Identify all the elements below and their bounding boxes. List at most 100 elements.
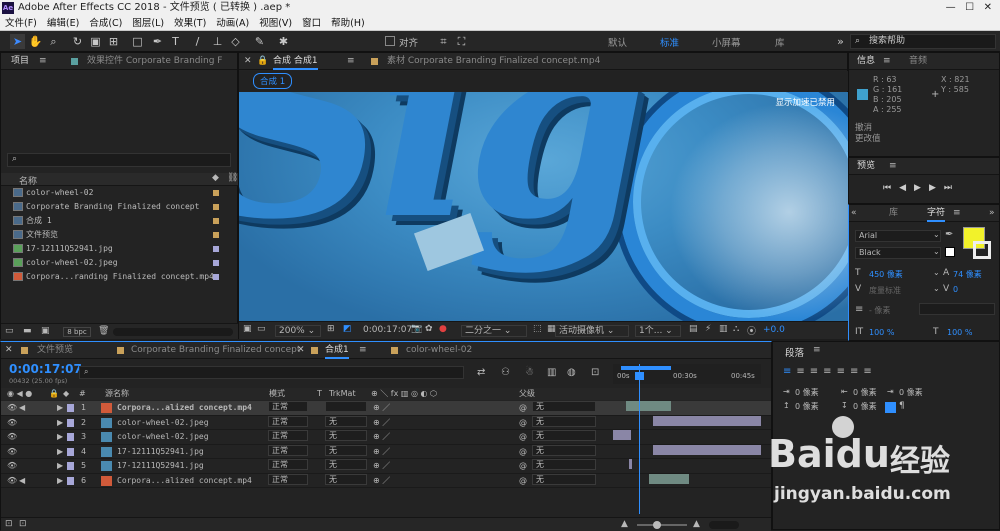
layer-row[interactable]: 👁 ◀ ▶ 6 Corpora...alized concept.mp4 正常 无 ⊕ ／ @ 无: [1, 473, 771, 488]
chevron-down-icon[interactable]: ⌄: [933, 268, 940, 277]
tab-info[interactable]: 信息: [857, 53, 875, 70]
horizontal-scrollbar[interactable]: [113, 328, 233, 336]
timeline-icon[interactable]: ▥: [719, 324, 728, 334]
region-of-interest-icon[interactable]: ⬚: [533, 324, 542, 334]
puppet-tool-icon[interactable]: ✱: [276, 34, 291, 49]
tab-comp1[interactable]: 合成1: [325, 342, 349, 359]
layer-row[interactable]: 👁 ▶ 2 color-wheel-02.jpeg 正常 无 ⊕ ／ @ 无: [1, 415, 771, 430]
layer-switches[interactable]: ⊕ ／: [373, 459, 390, 473]
layer-name[interactable]: Corpora...alized concept.mp4: [117, 401, 252, 415]
panel-menu-icon[interactable]: ≡: [813, 345, 821, 355]
label-color-swatch[interactable]: [213, 218, 219, 224]
menu-effect[interactable]: 效果(T): [169, 16, 211, 31]
align-center-icon[interactable]: ≡: [796, 366, 809, 377]
layer-label-color[interactable]: [67, 476, 74, 485]
timeline-timecode[interactable]: 0:00:17:07: [9, 362, 82, 376]
expand-arrow-icon[interactable]: ▶: [57, 416, 63, 430]
project-search-input[interactable]: ⌕: [7, 153, 231, 167]
workspace-menu-icon[interactable]: »: [833, 34, 848, 49]
views-select[interactable]: 1个... ⌄: [635, 325, 681, 337]
layer-switches[interactable]: ⊕ ／: [373, 430, 390, 444]
align-right-icon[interactable]: ≡: [810, 366, 823, 377]
justify-last-right-icon[interactable]: ≡: [850, 366, 863, 377]
visibility-icon[interactable]: 👁: [7, 459, 17, 473]
layer-name[interactable]: Corpora...alized concept.mp4: [117, 474, 252, 488]
work-area-bar[interactable]: [621, 366, 671, 370]
tab-scroll-icon[interactable]: »: [989, 205, 995, 222]
justify-last-center-icon[interactable]: ≡: [837, 366, 850, 377]
workspace-standard[interactable]: 标准: [660, 35, 679, 49]
layer-duration-bar[interactable]: [653, 415, 761, 426]
next-frame-icon[interactable]: ▶: [929, 183, 944, 193]
blend-mode-select[interactable]: 正常: [268, 459, 308, 470]
pickwhip-icon[interactable]: @: [519, 459, 527, 473]
indent-right-value[interactable]: 0 像素: [853, 387, 877, 398]
menu-view[interactable]: 视图(V): [254, 16, 297, 31]
tab-libraries[interactable]: 库: [889, 205, 898, 222]
stroke-color-swatch[interactable]: [973, 241, 991, 259]
first-frame-icon[interactable]: ⏮: [883, 183, 899, 193]
stroke-width-value[interactable]: - 像素: [869, 305, 890, 316]
chevron-down-icon[interactable]: ⌄: [933, 230, 940, 239]
shy-layers-icon[interactable]: ☃: [525, 367, 534, 378]
layer-label-color[interactable]: [67, 447, 74, 456]
font-size-value[interactable]: 450 像素: [869, 269, 903, 280]
snapshot-icon[interactable]: 📷: [411, 324, 422, 334]
close-tab-icon[interactable]: ✕: [297, 342, 305, 359]
frame-blending-icon[interactable]: ▥: [547, 367, 556, 378]
expand-arrow-icon[interactable]: ▶: [57, 430, 63, 444]
toggle-switches-icon[interactable]: ⊡: [5, 519, 13, 529]
layer-name[interactable]: 17-12111Q52941.jpg: [117, 445, 204, 459]
fast-preview-icon[interactable]: ⚡: [705, 324, 711, 334]
layer-search-input[interactable]: ⌕: [79, 366, 464, 379]
justify-last-left-icon[interactable]: ≡: [823, 366, 836, 377]
mask-visibility-icon[interactable]: ◩: [343, 324, 352, 334]
camera-tool-icon[interactable]: ▣: [88, 34, 103, 49]
visibility-icon[interactable]: 👁: [7, 474, 17, 488]
tab-file-preview[interactable]: 文件预览: [37, 342, 73, 359]
layer-name[interactable]: color-wheel-02.jpeg: [117, 430, 209, 444]
expand-arrow-icon[interactable]: ▶: [57, 474, 63, 488]
tab-effect-controls[interactable]: 效果控件 Corporate Branding F: [87, 53, 222, 70]
new-composition-icon[interactable]: ▣: [41, 326, 50, 336]
project-item[interactable]: 文件预览: [13, 229, 58, 241]
horizontal-scale-value[interactable]: 100 %: [947, 328, 972, 337]
panel-menu-icon[interactable]: ≡: [359, 342, 367, 359]
parent-select[interactable]: 无: [532, 459, 596, 470]
project-item[interactable]: color-wheel-02.jpeg: [13, 257, 118, 269]
zoom-tool-icon[interactable]: ⌕: [46, 34, 61, 49]
exposure-value[interactable]: +0.0: [763, 325, 785, 335]
trkmat-select[interactable]: [325, 401, 367, 412]
panel-menu-icon[interactable]: ≡: [39, 53, 47, 70]
expand-arrow-icon[interactable]: ▶: [57, 401, 63, 415]
always-preview-icon[interactable]: ▣: [243, 324, 252, 334]
menu-help[interactable]: 帮助(H): [326, 16, 370, 31]
layer-duration-bar[interactable]: [626, 401, 671, 411]
layer-duration-bar[interactable]: [629, 459, 632, 469]
bit-depth-button[interactable]: 8 bpc: [63, 327, 91, 337]
new-folder-icon[interactable]: ▬: [23, 326, 32, 336]
comp-mini-flowchart-icon[interactable]: ⇄: [477, 367, 485, 378]
parent-select[interactable]: 无: [532, 430, 596, 441]
visibility-icon[interactable]: 👁: [7, 445, 17, 459]
pen-tool-icon[interactable]: ✒: [150, 34, 165, 49]
label-color-swatch[interactable]: [213, 190, 219, 196]
layer-switches[interactable]: ⊕ ／: [373, 401, 390, 415]
workspace-library[interactable]: 库: [775, 35, 785, 49]
window-controls[interactable]: — ☐ ✕: [946, 0, 992, 16]
channel-icon[interactable]: ●: [439, 324, 447, 334]
layer-label-color[interactable]: [67, 462, 74, 470]
chevron-down-icon[interactable]: ⌄: [933, 284, 940, 293]
pickwhip-icon[interactable]: @: [519, 474, 527, 488]
parent-select[interactable]: 无: [532, 444, 596, 456]
pickwhip-icon[interactable]: @: [519, 445, 527, 459]
project-item[interactable]: Corporate Branding Finalized concept: [13, 201, 199, 213]
clone-stamp-tool-icon[interactable]: ⊥: [210, 34, 225, 49]
layer-row[interactable]: 👁 ◀ ▶ 1 Corpora...alized concept.mp4 正常 ⊕ ／ @ 无: [1, 401, 771, 416]
zoom-in-icon[interactable]: ▲: [693, 519, 700, 529]
parent-select[interactable]: 无: [532, 401, 596, 412]
space-before-value[interactable]: 0 像素: [795, 401, 819, 412]
close-tab-icon[interactable]: ✕: [5, 342, 13, 359]
chevron-down-icon[interactable]: ⌄: [933, 247, 940, 256]
rotate-tool-icon[interactable]: ↻: [70, 34, 85, 49]
